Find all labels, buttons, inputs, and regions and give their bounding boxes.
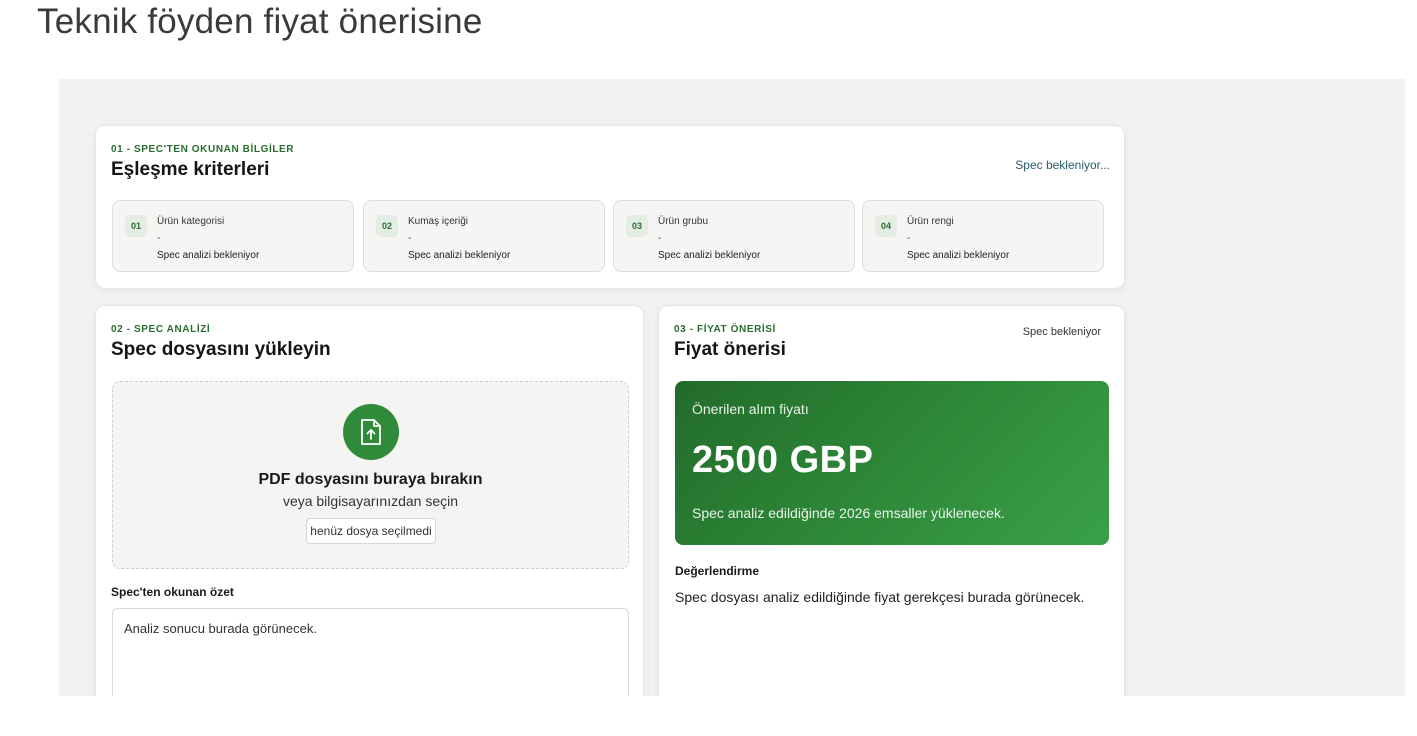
suggested-price-note: Spec analiz edildiğinde 2026 emsaller yü… bbox=[692, 505, 1005, 521]
summary-textarea[interactable]: Analiz sonucu burada görünecek. bbox=[112, 608, 629, 696]
price-card: 03 - FİYAT ÖNERİSİ Fiyat önerisi Spec be… bbox=[658, 305, 1125, 696]
criteria-item-status: Spec analizi bekleniyor bbox=[658, 250, 761, 261]
criteria-item-label: Ürün kategorisi bbox=[157, 216, 225, 227]
evaluation-label: Değerlendirme bbox=[675, 564, 760, 578]
criteria-item-value: - bbox=[408, 233, 412, 244]
criteria-item-group: 03 Ürün grubu - Spec analizi bekleniyor bbox=[613, 200, 855, 272]
criteria-item-value: - bbox=[658, 233, 662, 244]
criteria-item-label: Ürün grubu bbox=[658, 216, 709, 227]
criteria-card: 01 - SPEC'TEN OKUNAN BİLGİLER Eşleşme kr… bbox=[95, 125, 1125, 289]
criteria-header: 01 - SPEC'TEN OKUNAN BİLGİLER Eşleşme kr… bbox=[111, 144, 294, 181]
price-header: 03 - FİYAT ÖNERİSİ Fiyat önerisi bbox=[674, 324, 786, 361]
criteria-item-status: Spec analizi bekleniyor bbox=[907, 250, 1010, 261]
criteria-item-value: - bbox=[907, 233, 911, 244]
suggested-price-value: 2500 GBP bbox=[692, 439, 874, 481]
suggested-price-panel: Önerilen alım fiyatı 2500 GBP Spec anali… bbox=[675, 381, 1109, 545]
price-eyebrow: 03 - FİYAT ÖNERİSİ bbox=[674, 324, 776, 335]
evaluation-text: Spec dosyası analiz edildiğinde fiyat ge… bbox=[675, 589, 1085, 605]
criteria-item-status: Spec analizi bekleniyor bbox=[408, 250, 511, 261]
criteria-item-status: Spec analizi bekleniyor bbox=[157, 250, 260, 261]
file-upload-icon[interactable] bbox=[343, 404, 399, 460]
criteria-item-number: 03 bbox=[626, 215, 648, 237]
criteria-status: Spec bekleniyor... bbox=[1015, 158, 1110, 172]
criteria-item-number: 01 bbox=[125, 215, 147, 237]
spec-header: 02 - SPEC ANALİZİ Spec dosyasını yükleyi… bbox=[111, 324, 331, 361]
criteria-item-number: 04 bbox=[875, 215, 897, 237]
dropzone-subtitle: veya bilgisayarınızdan seçin bbox=[282, 493, 459, 509]
choose-file-button[interactable]: henüz dosya seçilmedi bbox=[306, 518, 436, 544]
price-title: Fiyat önerisi bbox=[674, 339, 786, 360]
criteria-item-value: - bbox=[157, 233, 161, 244]
criteria-item-number: 02 bbox=[376, 215, 398, 237]
spec-eyebrow: 02 - SPEC ANALİZİ bbox=[111, 324, 211, 335]
criteria-item-label: Ürün rengi bbox=[907, 216, 954, 227]
criteria-title: Eşleşme kriterleri bbox=[111, 159, 270, 180]
price-status: Spec bekleniyor bbox=[1022, 326, 1101, 338]
criteria-item-fabric: 02 Kumaş içeriği - Spec analizi bekleniy… bbox=[363, 200, 605, 272]
summary-label: Spec'ten okunan özet bbox=[111, 585, 234, 599]
page-title: Teknik föyden fiyat önerisine bbox=[37, 2, 483, 41]
spec-title: Spec dosyasını yükleyin bbox=[111, 339, 331, 360]
criteria-item-category: 01 Ürün kategorisi - Spec analizi beklen… bbox=[112, 200, 354, 272]
criteria-item-color: 04 Ürün rengi - Spec analizi bekleniyor bbox=[862, 200, 1104, 272]
criteria-eyebrow: 01 - SPEC'TEN OKUNAN BİLGİLER bbox=[111, 144, 295, 155]
spec-card: 02 - SPEC ANALİZİ Spec dosyasını yükleyi… bbox=[95, 305, 644, 696]
suggested-price-label: Önerilen alım fiyatı bbox=[692, 401, 809, 417]
pdf-dropzone[interactable]: PDF dosyasını buraya bırakın veya bilgis… bbox=[112, 381, 629, 569]
dropzone-title: PDF dosyasını buraya bırakın bbox=[258, 471, 483, 488]
main-canvas: 01 - SPEC'TEN OKUNAN BİLGİLER Eşleşme kr… bbox=[59, 79, 1405, 696]
criteria-item-label: Kumaş içeriği bbox=[408, 216, 469, 227]
